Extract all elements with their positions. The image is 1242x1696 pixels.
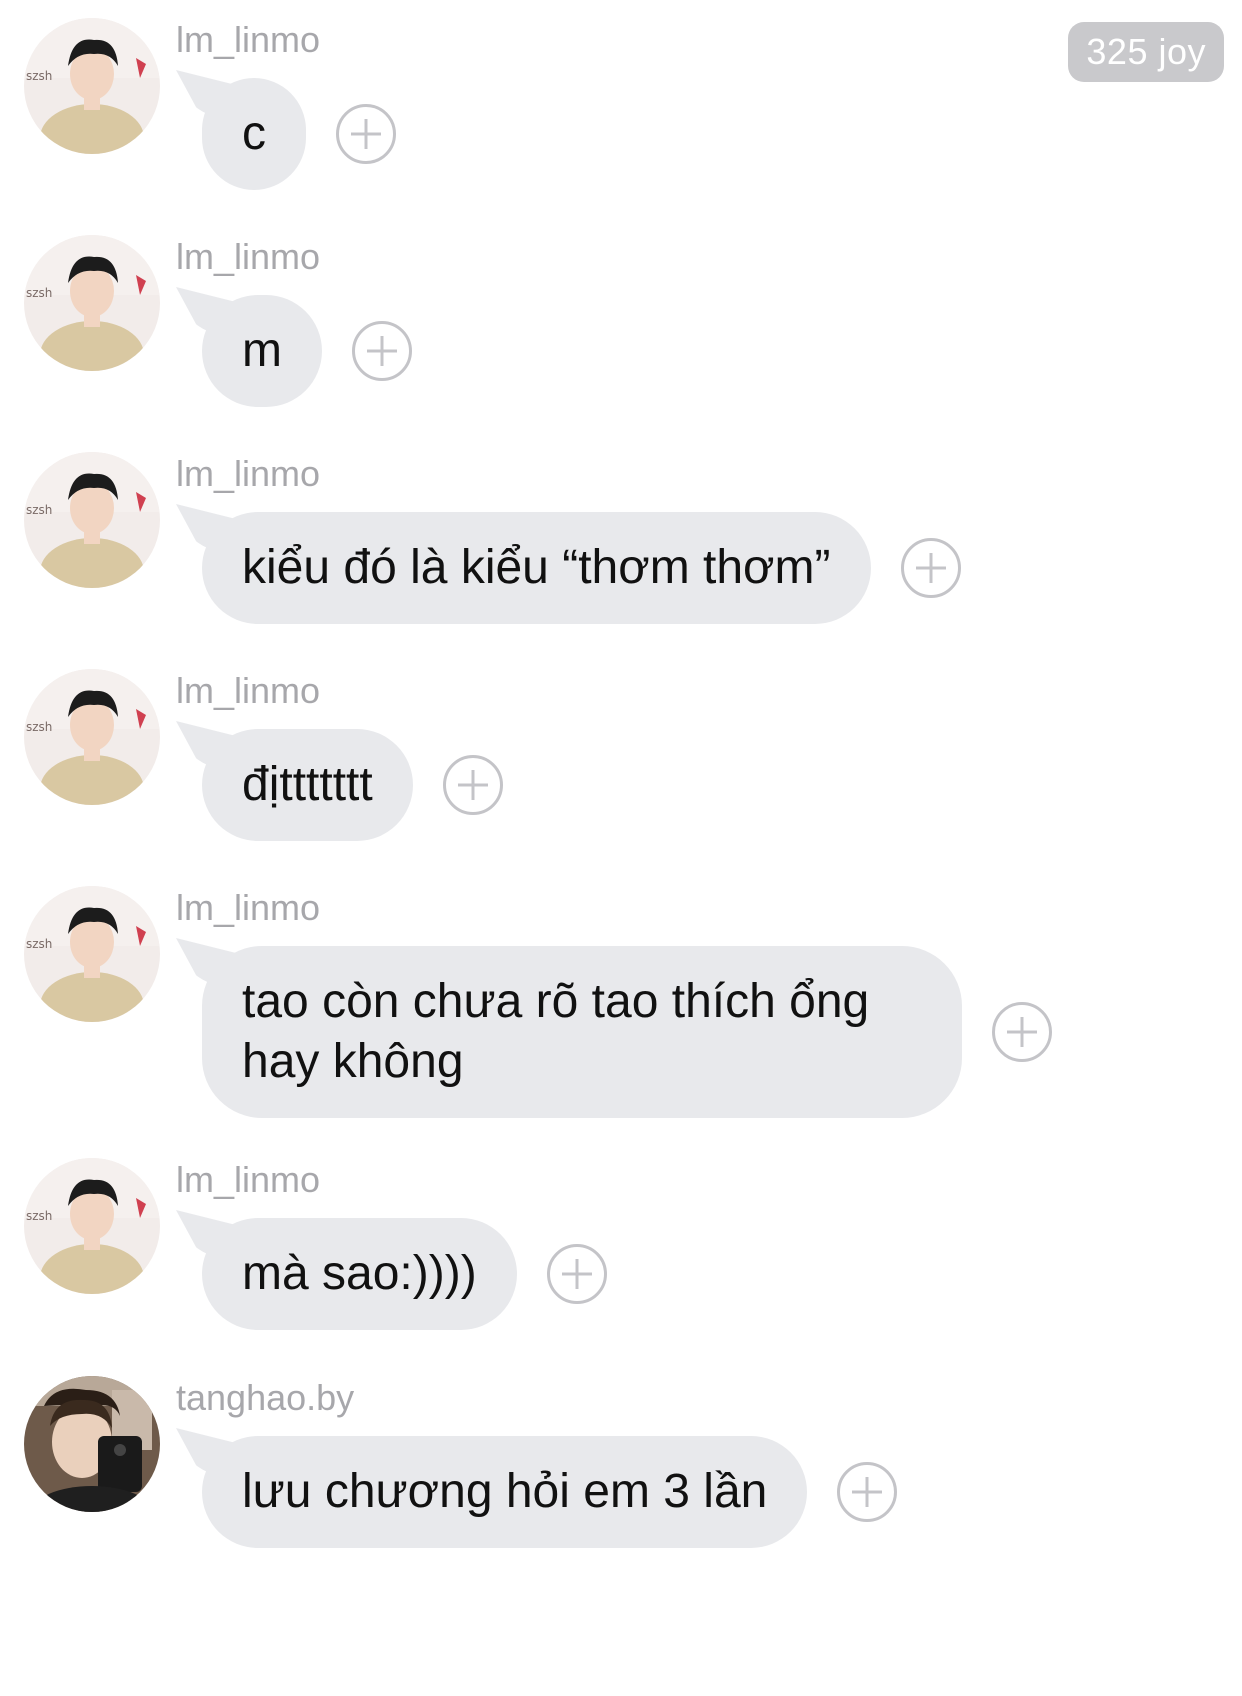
message-bubble[interactable]: lưu chương hỏi em 3 lần [202,1436,808,1548]
user-avatar-lm_linmo-icon[interactable]: szsh [24,235,160,371]
add-reaction-plus-icon[interactable] [442,755,503,815]
message-bubble[interactable]: mà sao:)))) [202,1218,517,1330]
add-reaction-plus-icon[interactable] [336,104,396,164]
svg-text:szsh: szsh [26,1209,52,1223]
username[interactable]: lm_linmo [176,235,320,279]
bubble-row: mà sao:)))) [176,1218,607,1330]
username[interactable]: lm_linmo [176,669,320,713]
add-reaction-plus-icon[interactable] [837,1462,898,1522]
add-reaction-plus-icon[interactable] [992,1002,1052,1062]
user-avatar-lm_linmo-icon[interactable]: szsh [24,669,160,805]
user-avatar-lm_linmo-icon[interactable]: szsh [24,886,160,1022]
bubble-row: lưu chương hỏi em 3 lần [176,1436,898,1548]
user-avatar-lm_linmo-icon[interactable]: szsh [24,1158,160,1294]
user-avatar-tanghao-icon[interactable] [24,1376,160,1512]
bubble-row: c [176,78,396,190]
message-bubble[interactable]: kiểu đó là kiểu “thơm thơm” [202,512,871,624]
user-avatar-lm_linmo-icon[interactable]: szsh [24,18,160,154]
svg-text:szsh: szsh [26,720,52,734]
bubble-row: địttttttt [176,729,503,841]
message-bubble[interactable]: c [202,78,306,190]
joy-points-badge[interactable]: 325 joy [1068,22,1224,82]
message-bubble[interactable]: tao còn chưa rõ tao thích ổng hay không [202,946,962,1118]
user-avatar-lm_linmo-icon[interactable]: szsh [24,452,160,588]
bubble-row: kiểu đó là kiểu “thơm thơm” [176,512,961,624]
bubble-row: tao còn chưa rõ tao thích ổng hay không [176,946,1052,1118]
bubble-row: m [176,295,412,407]
svg-text:szsh: szsh [26,503,52,517]
svg-text:szsh: szsh [26,286,52,300]
username[interactable]: lm_linmo [176,452,320,496]
username[interactable]: tanghao.by [176,1376,354,1420]
svg-text:szsh: szsh [26,937,52,951]
username[interactable]: lm_linmo [176,886,320,930]
add-reaction-plus-icon[interactable] [351,321,412,381]
svg-text:szsh: szsh [26,69,52,83]
add-reaction-plus-icon[interactable] [900,538,961,598]
username[interactable]: lm_linmo [176,18,320,62]
message-bubble[interactable]: địttttttt [202,729,413,841]
message-bubble[interactable]: m [202,295,322,407]
username[interactable]: lm_linmo [176,1158,320,1202]
add-reaction-plus-icon[interactable] [546,1244,607,1304]
